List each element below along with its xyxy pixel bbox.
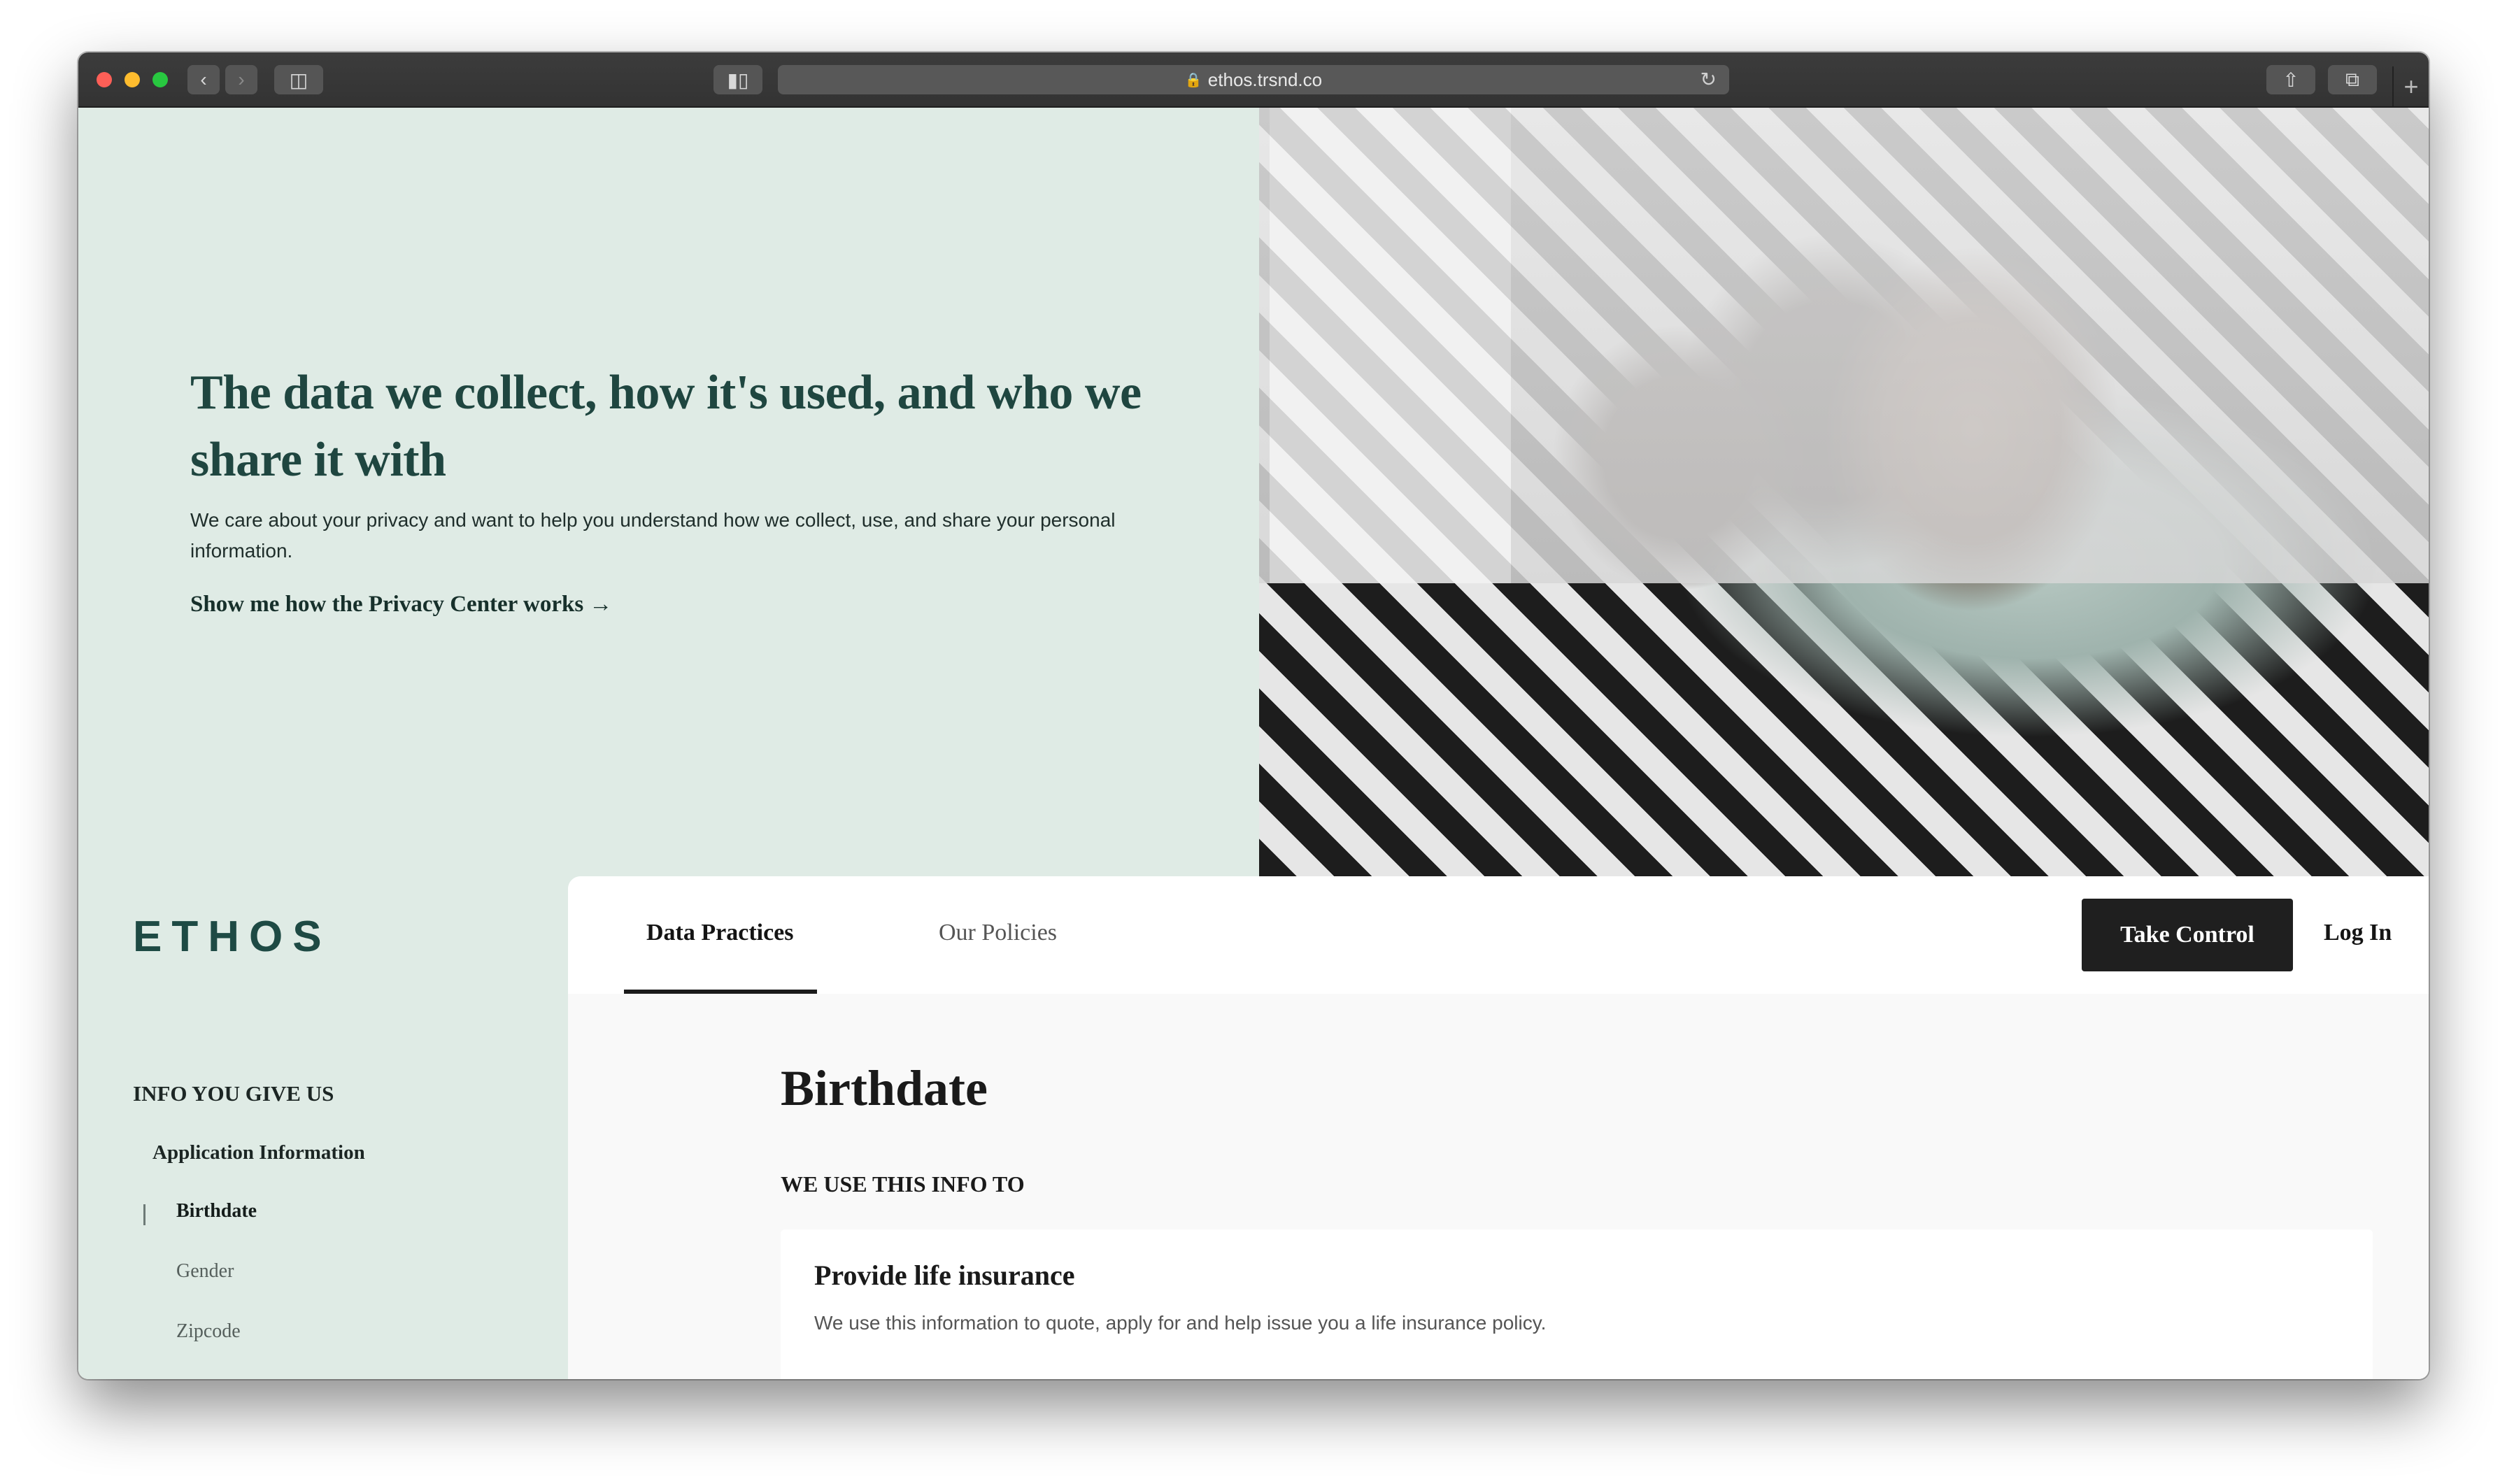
reload-icon[interactable]: ↻ bbox=[1700, 68, 1717, 91]
tabs-icon: ⧉ bbox=[2345, 68, 2359, 90]
tab-our-policies[interactable]: Our Policies bbox=[939, 920, 1057, 946]
sidebar-active-marker bbox=[143, 1204, 145, 1225]
plus-icon: + bbox=[2403, 72, 2419, 101]
forward-button[interactable]: › bbox=[225, 65, 257, 94]
browser-window: ‹ › ◫ ▮▯ 🔒 ethos.trsnd.co ↻ ⇧ ⧉ + The da… bbox=[78, 52, 2429, 1379]
privacy-center-link[interactable]: Show me how the Privacy Center works → bbox=[190, 592, 612, 618]
chevron-right-icon: › bbox=[238, 69, 245, 90]
log-in-link[interactable]: Log In bbox=[2324, 920, 2392, 946]
hero-title: The data we collect, how it's used, and … bbox=[190, 366, 1142, 487]
chevron-left-icon: ‹ bbox=[200, 69, 207, 90]
usage-card-description: We use this information to quote, apply … bbox=[814, 1312, 1547, 1334]
share-icon: ⇧ bbox=[2282, 69, 2299, 91]
url-text: ethos.trsnd.co bbox=[1207, 69, 1323, 90]
sidebar-icon: ◫ bbox=[289, 69, 308, 91]
sidebar-item-zipcode[interactable]: Zipcode bbox=[176, 1320, 241, 1343]
browser-titlebar: ‹ › ◫ ▮▯ 🔒 ethos.trsnd.co ↻ ⇧ ⧉ + bbox=[78, 52, 2429, 108]
sidebar-item-gender[interactable]: Gender bbox=[176, 1260, 234, 1283]
zoom-window-button[interactable] bbox=[152, 72, 168, 87]
tab-data-practices[interactable]: Data Practices bbox=[646, 920, 794, 946]
sidebar-toggle-button[interactable]: ◫ bbox=[274, 65, 323, 94]
top-navigation: Data Practices Our Policies Take Control… bbox=[568, 876, 2429, 994]
active-tab-indicator bbox=[624, 990, 817, 994]
hero-description: We care about your privacy and want to h… bbox=[190, 509, 1116, 562]
extension-button[interactable]: ▮▯ bbox=[713, 65, 762, 94]
tabs-overview-button[interactable]: ⧉ bbox=[2328, 65, 2377, 94]
share-button[interactable]: ⇧ bbox=[2266, 65, 2315, 94]
main-panel: Data Practices Our Policies Take Control… bbox=[568, 876, 2429, 1379]
usage-card: Provide life insurance We use this infor… bbox=[781, 1229, 2373, 1379]
page-title: Birthdate bbox=[781, 1060, 988, 1116]
ethos-logo[interactable]: ETHOS bbox=[133, 912, 332, 962]
minimize-window-button[interactable] bbox=[125, 72, 140, 87]
take-control-button[interactable]: Take Control bbox=[2082, 899, 2293, 971]
sidebar-subheading[interactable]: Application Information bbox=[152, 1141, 365, 1164]
lock-icon: 🔒 bbox=[1184, 72, 1202, 88]
sidebar-item-birthdate[interactable]: Birthdate bbox=[176, 1200, 257, 1222]
address-bar[interactable]: 🔒 ethos.trsnd.co ↻ bbox=[778, 65, 1729, 94]
page-content: The data we collect, how it's used, and … bbox=[78, 108, 2429, 1379]
extension-icon: ▮▯ bbox=[727, 69, 749, 91]
section-label: WE USE THIS INFO TO bbox=[781, 1171, 1025, 1197]
back-button[interactable]: ‹ bbox=[187, 65, 220, 94]
close-window-button[interactable] bbox=[97, 72, 112, 87]
hero-family-photo bbox=[1259, 108, 2429, 876]
new-tab-button[interactable]: + bbox=[2392, 66, 2429, 106]
usage-card-title: Provide life insurance bbox=[814, 1260, 1075, 1291]
sidebar-heading: INFO YOU GIVE US bbox=[133, 1081, 334, 1106]
